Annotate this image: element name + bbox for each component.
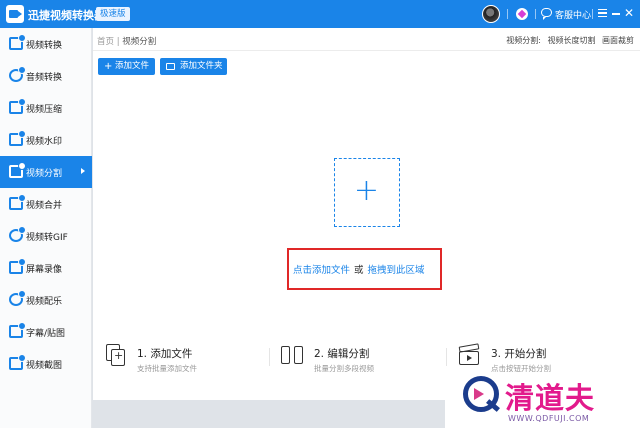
main-panel: 首页 | 视频分割 视频分割: 视频长度切割 画面裁剪 + 添加文件 添加文件夹… <box>93 28 640 400</box>
video-convert-icon <box>9 34 26 50</box>
split-mode-length-cut[interactable]: 视频长度切割 <box>547 36 595 45</box>
step-subtitle: 支持批量添加文件 <box>137 364 197 373</box>
sidebar-item-label: 音频转换 <box>26 73 63 83</box>
sidebar-item-video-screenshot[interactable]: 视频截图 <box>0 348 92 380</box>
add-folder-label: 添加文件夹 <box>180 61 223 71</box>
split-mode-selector: 视频分割: 视频长度切割 画面裁剪 <box>502 35 634 46</box>
screen-record-icon <box>9 258 26 274</box>
step-title: 2. 编辑分割 <box>314 348 370 360</box>
breadcrumb-home[interactable]: 首页 <box>97 37 114 47</box>
sidebar-item-label: 视频分割 <box>26 169 63 179</box>
step-divider <box>446 348 447 366</box>
sidebar-item-label: 字幕/贴图 <box>26 329 66 339</box>
customer-service-icon[interactable] <box>541 8 552 20</box>
video-compress-icon <box>9 98 26 114</box>
edition-badge: 极速版 <box>96 7 130 21</box>
click-add-file-link[interactable]: 点击添加文件 <box>293 265 350 276</box>
sidebar-item-video-merge[interactable]: 视频合并 <box>0 188 92 220</box>
sidebar-item-label: 视频合并 <box>26 201 63 211</box>
close-icon[interactable]: ✕ <box>624 7 634 19</box>
video-to-gif-icon <box>9 226 26 242</box>
folder-icon <box>166 63 175 70</box>
video-screenshot-icon <box>9 354 26 370</box>
sidebar-item-video-split[interactable]: 视频分割 <box>0 156 92 188</box>
site-watermark: 清道夫 WWW.QDFUJI.COM <box>445 372 640 428</box>
video-watermark-icon <box>9 130 26 146</box>
sidebar-item-label: 视频转换 <box>26 41 63 51</box>
sidebar-item-label: 视频截图 <box>26 361 63 371</box>
breadcrumb: 首页 | 视频分割 <box>97 35 156 47</box>
plus-icon: + <box>104 61 113 72</box>
drop-zone-hint: 点击添加文件或拖拽到此区域 <box>293 262 425 276</box>
minimize-icon[interactable] <box>612 13 620 15</box>
titlebar-divider <box>535 9 536 19</box>
watermark-logo-icon <box>463 376 499 412</box>
sidebar-item-audio-convert[interactable]: 音频转换 <box>0 60 92 92</box>
audio-convert-icon <box>9 66 26 82</box>
sidebar-item-label: 视频配乐 <box>26 297 63 307</box>
sidebar-item-label: 视频转GIF <box>26 233 68 243</box>
breadcrumb-separator: | <box>116 37 120 47</box>
sidebar-item-video-convert[interactable]: 视频转换 <box>0 28 92 60</box>
sidebar-item-label: 视频水印 <box>26 137 63 147</box>
titlebar-divider <box>507 9 508 19</box>
add-file-button[interactable]: + 添加文件 <box>98 58 155 75</box>
split-mode-crop[interactable]: 画面裁剪 <box>602 36 634 45</box>
user-avatar[interactable] <box>482 5 500 23</box>
step-title: 1. 添加文件 <box>137 348 193 360</box>
header-divider <box>93 50 640 51</box>
clapperboard-icon <box>457 343 481 367</box>
sidebar: 视频转换 音频转换 视频压缩 视频水印 视频分割 视频合并 视频转GIF 屏幕录… <box>0 28 92 428</box>
video-merge-icon <box>9 194 26 210</box>
titlebar-divider <box>592 9 593 19</box>
add-plus-icon: + <box>353 173 380 208</box>
app-title: 迅捷视频转换器 <box>28 9 105 22</box>
video-music-icon <box>9 290 26 306</box>
sidebar-item-screen-record[interactable]: 屏幕录像 <box>0 252 92 284</box>
watermark-url: WWW.QDFUJI.COM <box>508 414 590 423</box>
menu-icon[interactable] <box>598 9 607 17</box>
customer-service-button[interactable]: 客服中心 <box>555 8 591 21</box>
video-split-icon <box>9 162 26 178</box>
sidebar-item-label: 屏幕录像 <box>26 265 63 275</box>
sidebar-item-video-compress[interactable]: 视频压缩 <box>0 92 92 124</box>
drag-here-link[interactable]: 拖拽到此区域 <box>368 265 425 276</box>
step-divider <box>269 348 270 366</box>
drop-zone[interactable]: + <box>334 158 400 227</box>
split-step-icon <box>280 343 304 367</box>
subtitle-sticker-icon <box>9 322 26 338</box>
vip-icon[interactable] <box>516 8 528 20</box>
sidebar-item-video-to-gif[interactable]: 视频转GIF <box>0 220 92 252</box>
breadcrumb-current: 视频分割 <box>122 37 157 47</box>
add-file-label: 添加文件 <box>115 61 150 71</box>
hint-or-text: 或 <box>354 265 364 276</box>
step-title: 3. 开始分割 <box>491 348 547 360</box>
chevron-right-icon <box>81 168 85 174</box>
step-subtitle: 批量分割多段视频 <box>314 364 374 373</box>
add-folder-button[interactable]: 添加文件夹 <box>160 58 227 75</box>
sidebar-item-subtitle-sticker[interactable]: 字幕/贴图 <box>0 316 92 348</box>
sidebar-item-video-music[interactable]: 视频配乐 <box>0 284 92 316</box>
split-mode-label: 视频分割: <box>506 36 541 45</box>
app-logo-icon <box>6 5 24 23</box>
sidebar-item-video-watermark[interactable]: 视频水印 <box>0 124 92 156</box>
title-bar: 迅捷视频转换器 极速版 客服中心 ✕ <box>0 0 640 28</box>
add-file-step-icon <box>103 343 127 367</box>
sidebar-item-label: 视频压缩 <box>26 105 63 115</box>
watermark-brand: 清道夫 <box>505 381 596 415</box>
